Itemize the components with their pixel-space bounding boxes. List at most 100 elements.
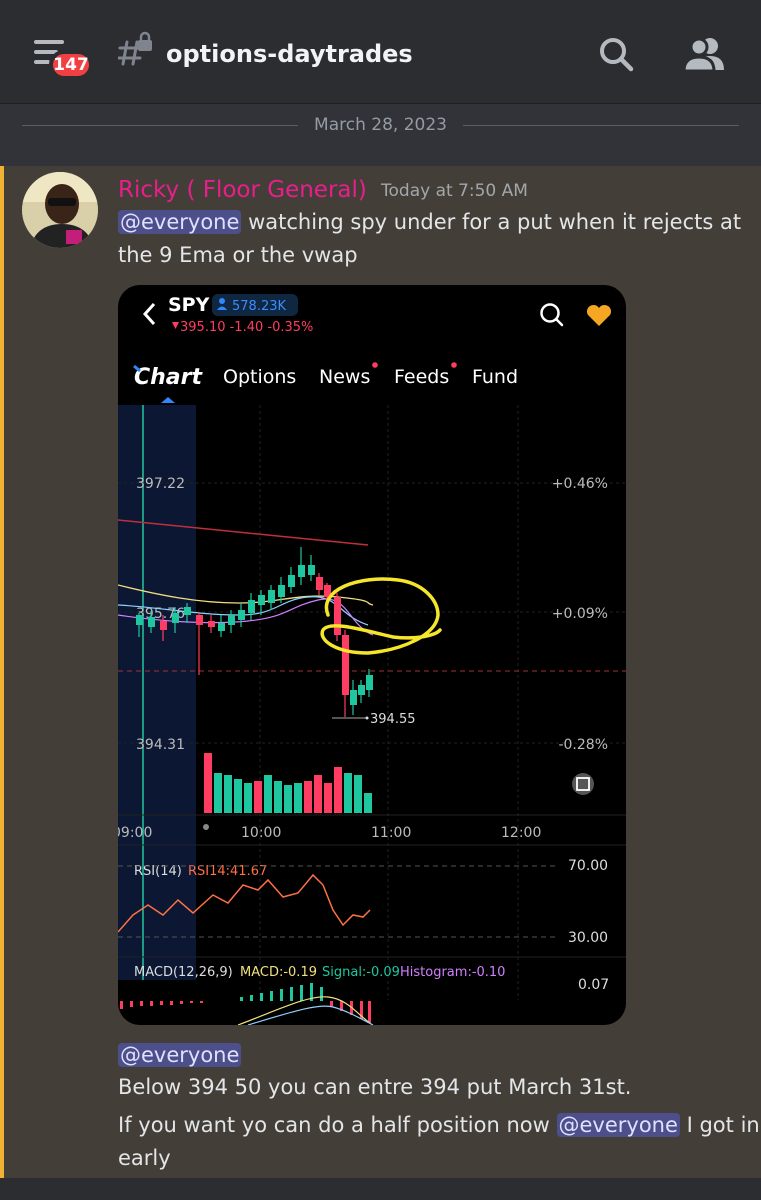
- candle-body: [366, 675, 373, 690]
- candle-body: [278, 585, 285, 597]
- candle-body: [218, 623, 225, 631]
- volume-bar: [304, 781, 312, 813]
- candle-body: [308, 565, 315, 575]
- candle-body: [136, 615, 143, 625]
- volume-bar: [254, 781, 262, 813]
- macd-bar: [130, 1001, 133, 1007]
- candle-body: [316, 577, 323, 590]
- volume-bar: [364, 793, 372, 813]
- macd-label: MACD(12,26,9): [134, 965, 233, 980]
- message-line: the 9 Ema or the vwap: [118, 243, 358, 267]
- message-timestamp: Today at 7:50 AM: [381, 181, 528, 201]
- volume-bar: [234, 779, 242, 813]
- volume-bar: [284, 785, 292, 813]
- macd-histogram: Histogram:-0.10: [400, 965, 505, 980]
- macd-bar: [180, 1001, 183, 1004]
- avatar-image: [22, 172, 98, 248]
- back-arrow-icon: [142, 302, 156, 326]
- message-author[interactable]: Ricky ( Floor General): [118, 177, 367, 203]
- price-quote: 395.10 -1.40 -0.35%: [180, 320, 313, 335]
- candle-body: [196, 615, 203, 625]
- tab-options: Options: [223, 366, 296, 388]
- followers-count: 578.23K: [232, 299, 286, 314]
- volume-bar: [274, 781, 282, 813]
- avatar[interactable]: [22, 172, 98, 248]
- volume-bar: [264, 775, 272, 813]
- menu-button[interactable]: 147: [30, 36, 93, 80]
- date-divider: March 28, 2023: [0, 104, 761, 166]
- menu-icon-line: [34, 40, 64, 44]
- low-marker-dot: [365, 716, 369, 720]
- tab-fund: Fund: [472, 366, 518, 388]
- message-text: I got in: [686, 1113, 760, 1137]
- volume-bar: [334, 767, 342, 813]
- sun-icon: [203, 824, 209, 830]
- macd-bar: [270, 991, 273, 1001]
- candle-body: [288, 575, 295, 587]
- tab-news: News: [319, 366, 370, 388]
- pct-label-mid: +0.09%: [552, 606, 608, 622]
- macd-bar: [200, 1001, 203, 1003]
- macd-bars: [120, 983, 371, 1023]
- spy-chart-screenshot: SPY 578.23K 395.10 -1.40 -0.35% Chart Op…: [118, 294, 626, 1025]
- search-icon[interactable]: [598, 34, 634, 74]
- macd-bar: [368, 1001, 371, 1023]
- message-line: @everyone: [118, 1039, 242, 1072]
- menu-icon-line: [34, 60, 50, 64]
- bottom-bar: [0, 1178, 761, 1200]
- macd-bar: [290, 987, 293, 1001]
- candle-body: [258, 595, 265, 605]
- candle-body: [208, 621, 215, 627]
- mention-everyone[interactable]: @everyone: [556, 1113, 680, 1137]
- heart-icon: [586, 304, 612, 326]
- pct-label-low: -0.28%: [558, 737, 608, 753]
- candle-body: [350, 690, 357, 705]
- locked-channel-icon: [118, 31, 152, 66]
- volume-bars: [204, 753, 372, 813]
- macd-bar: [150, 1001, 153, 1006]
- message-group: Ricky ( Floor General) Today at 7:50 AM …: [0, 166, 761, 1178]
- candle-body: [342, 635, 349, 695]
- macd-bar: [300, 985, 303, 1001]
- macd-signal: Signal:-0.09: [322, 965, 400, 980]
- tab-chart: Chart: [134, 365, 204, 390]
- rsi-lower-label: 30.00: [568, 930, 608, 946]
- divider-line: [463, 125, 739, 126]
- candle-body: [160, 621, 167, 630]
- volume-bar: [314, 775, 322, 813]
- price-label-high: 397.22: [136, 476, 185, 492]
- macd-scale: 0.07: [578, 977, 609, 993]
- macd-bar: [140, 1001, 143, 1006]
- members-icon[interactable]: [682, 34, 726, 74]
- feeds-dot: [451, 362, 457, 368]
- channel-header: 147 options-daytrades: [0, 0, 761, 104]
- low-marker-label: 394.55: [370, 712, 416, 727]
- message-line: @everyone watching spy under for a put w…: [118, 206, 741, 239]
- news-dot: [372, 362, 378, 368]
- macd-bar: [120, 1001, 123, 1009]
- mention-everyone[interactable]: @everyone: [118, 210, 242, 234]
- volume-bar: [344, 773, 352, 813]
- volume-bar: [214, 773, 222, 813]
- macd-bar: [240, 997, 243, 1001]
- message-line: Below 394 50 you can entre 394 put March…: [118, 1075, 632, 1099]
- candle-body: [148, 617, 155, 627]
- message-line: If you want yo can do a half position no…: [118, 1109, 760, 1142]
- pct-label-high: +0.46%: [552, 476, 608, 492]
- macd-bar: [320, 987, 323, 1001]
- macd-bar: [280, 989, 283, 1001]
- candle-body: [298, 565, 305, 577]
- candle-body: [334, 597, 341, 635]
- volume-bar: [204, 753, 212, 813]
- volume-bar: [224, 775, 232, 813]
- volume-bar: [244, 783, 252, 813]
- image-attachment[interactable]: SPY 578.23K 395.10 -1.40 -0.35% Chart Op…: [118, 285, 626, 1025]
- message-text: If you want yo can do a half position no…: [118, 1113, 550, 1137]
- macd-bar: [160, 1001, 163, 1005]
- message-text: watching spy under for a put when it rej…: [248, 210, 742, 234]
- rsi-upper-label: 70.00: [568, 858, 608, 874]
- message-line: early: [118, 1146, 171, 1170]
- mention-everyone[interactable]: @everyone: [118, 1043, 242, 1067]
- candle-body: [184, 607, 191, 615]
- mention-highlight-bar: [0, 166, 4, 1178]
